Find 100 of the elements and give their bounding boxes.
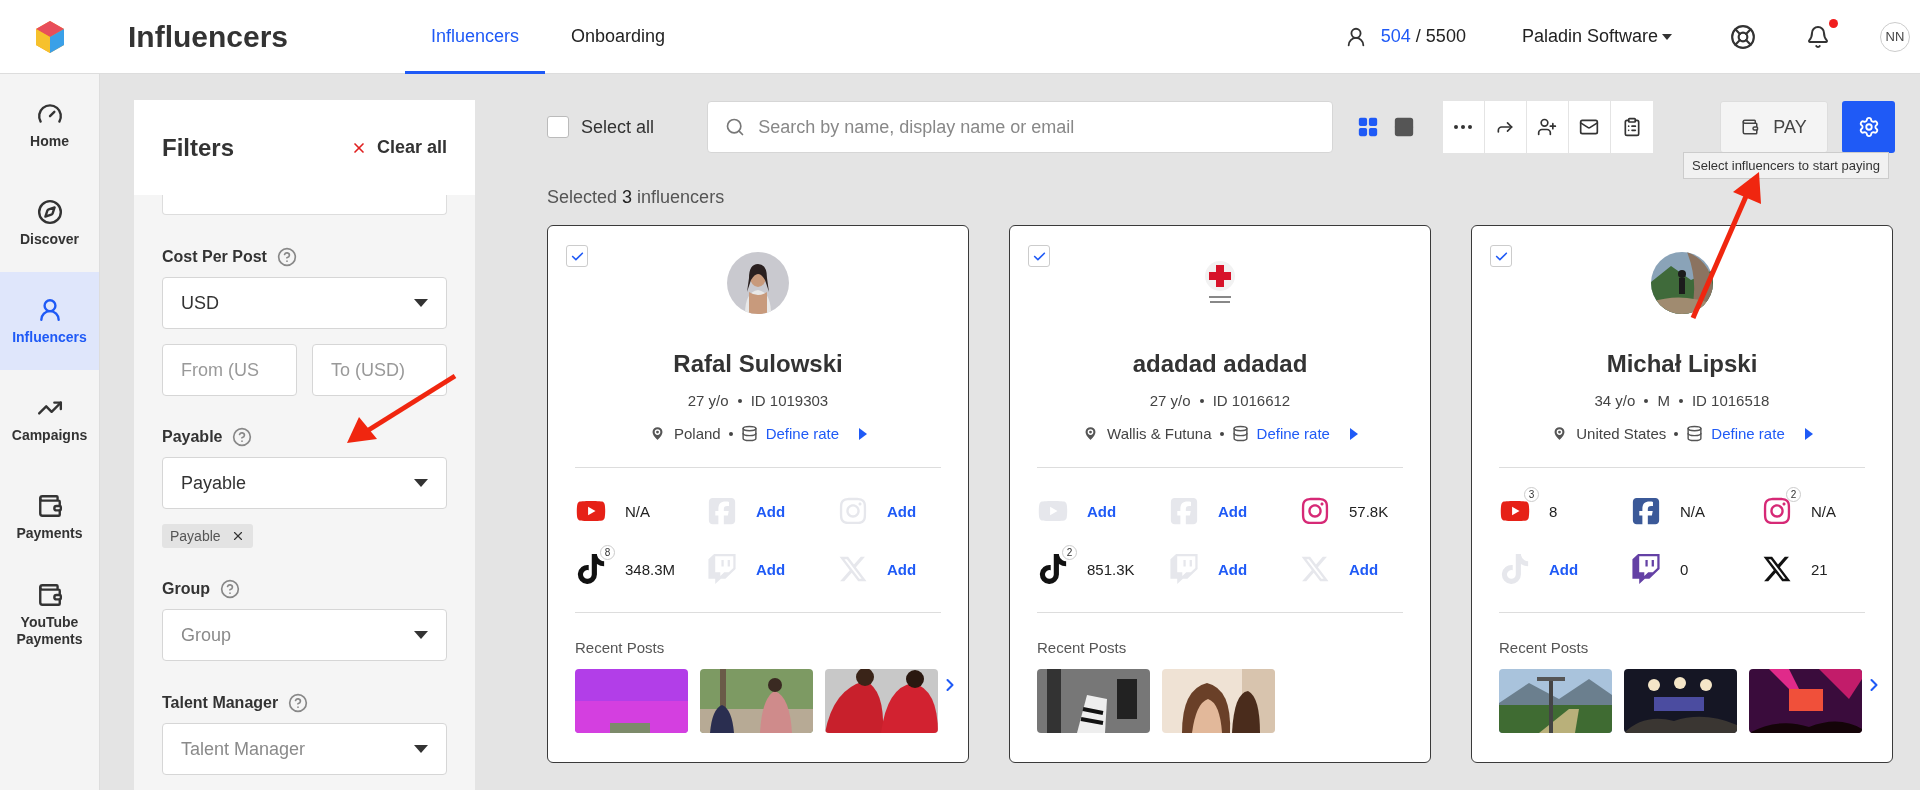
nav-item[interactable]: Home bbox=[0, 76, 99, 174]
check-icon bbox=[1494, 249, 1508, 263]
add-link[interactable]: Add bbox=[1549, 560, 1579, 578]
add-link[interactable]: Add bbox=[756, 502, 786, 520]
logo-icon[interactable] bbox=[35, 20, 65, 53]
add-link[interactable]: Add bbox=[1218, 502, 1248, 520]
influencer-name: Michał Lipski bbox=[1606, 350, 1758, 378]
compass-icon bbox=[36, 198, 63, 225]
define-rate-link[interactable]: Define rate bbox=[1711, 425, 1785, 442]
tab[interactable]: Onboarding bbox=[545, 0, 692, 74]
follower-count: 851.3K bbox=[1087, 560, 1135, 578]
grid-view-button[interactable] bbox=[1356, 116, 1379, 138]
settings-icon bbox=[1857, 116, 1880, 138]
add-user-icon bbox=[1537, 117, 1558, 137]
location-text: Wallis & Futuna bbox=[1107, 425, 1212, 442]
profile-detail: 27 y/o bbox=[1149, 392, 1191, 409]
count-badge: 2 bbox=[1786, 487, 1801, 502]
add-link[interactable]: Add bbox=[1349, 560, 1379, 578]
dot-separator bbox=[1644, 398, 1649, 403]
dropdown[interactable]: Talent Manager bbox=[162, 723, 447, 775]
input-field[interactable]: To (USD) bbox=[312, 344, 447, 396]
select-all-checkbox[interactable]: Select all bbox=[547, 116, 708, 138]
influencer-name: adadad adadad bbox=[1132, 350, 1308, 378]
field-label: Cost Per Post bbox=[162, 248, 267, 266]
add-link[interactable]: Add bbox=[887, 560, 917, 578]
dropdown[interactable]: Group bbox=[162, 609, 447, 661]
dot-separator bbox=[1219, 431, 1224, 436]
help-icon[interactable] bbox=[220, 579, 240, 599]
dot-separator bbox=[1674, 431, 1679, 436]
section-title: Recent Posts bbox=[1037, 639, 1127, 656]
search-field[interactable]: Search by name, display name or email bbox=[707, 101, 1333, 153]
follower-count: N/A bbox=[1680, 502, 1705, 520]
wallet-icon bbox=[1741, 118, 1760, 136]
card-checkbox[interactable] bbox=[566, 245, 588, 267]
help-icon[interactable] bbox=[276, 247, 297, 267]
help-icon[interactable] bbox=[288, 693, 309, 713]
caret-icon bbox=[414, 631, 428, 639]
panel-title: Filters bbox=[162, 133, 235, 162]
location-text: Poland bbox=[673, 425, 721, 442]
tab[interactable]: Influencers bbox=[405, 0, 546, 74]
help-icon[interactable] bbox=[232, 427, 253, 447]
follower-count: 21 bbox=[1811, 560, 1828, 578]
tooltip: Select influencers to start paying bbox=[1683, 152, 1889, 179]
check-icon bbox=[1032, 249, 1046, 263]
page-title: Influencers bbox=[127, 19, 290, 54]
play-icon[interactable] bbox=[859, 427, 868, 440]
add-link[interactable]: Add bbox=[756, 560, 786, 578]
profile-detail: M bbox=[1657, 392, 1670, 409]
define-rate-link[interactable]: Define rate bbox=[765, 425, 840, 442]
field-label: Group bbox=[162, 580, 210, 598]
follower-count: N/A bbox=[1811, 502, 1836, 520]
count-badge: 2 bbox=[1062, 545, 1077, 560]
wallet-icon bbox=[36, 492, 63, 519]
search-icon bbox=[725, 117, 746, 137]
more-icon bbox=[1454, 125, 1473, 129]
quota-counter: 504 / 5500 bbox=[1380, 26, 1466, 47]
nav-item[interactable]: Influencers bbox=[0, 272, 99, 370]
card-checkbox[interactable] bbox=[1028, 245, 1050, 267]
add-link[interactable]: Add bbox=[887, 502, 917, 520]
influencer-name: Rafal Sulowski bbox=[673, 350, 843, 378]
input-field[interactable] bbox=[162, 195, 447, 215]
nav-item[interactable]: Discover bbox=[0, 174, 99, 272]
selection-summary: Selected 3 influencers bbox=[547, 187, 726, 208]
wallet-icon bbox=[36, 582, 63, 609]
follower-count: 57.8K bbox=[1349, 502, 1389, 520]
company-dropdown[interactable]: Paladin Software bbox=[1521, 26, 1672, 47]
dot-separator bbox=[1678, 398, 1683, 403]
add-link[interactable]: Add bbox=[1087, 502, 1117, 520]
follower-count: 8 bbox=[1549, 502, 1558, 520]
caret-icon bbox=[414, 745, 428, 753]
nav-item[interactable]: YouTube Payments bbox=[0, 566, 99, 664]
profile-detail: 27 y/o bbox=[687, 392, 729, 409]
follower-count: 0 bbox=[1680, 560, 1689, 578]
add-link[interactable]: Add bbox=[1218, 560, 1248, 578]
settings-button[interactable] bbox=[1842, 101, 1895, 153]
nav-item[interactable]: Campaigns bbox=[0, 370, 99, 468]
play-icon[interactable] bbox=[1349, 427, 1358, 440]
pay-button[interactable]: PAY bbox=[1719, 101, 1829, 153]
follower-count: 348.3M bbox=[625, 560, 676, 578]
section-title: Recent Posts bbox=[1499, 639, 1589, 656]
define-rate-link[interactable]: Define rate bbox=[1256, 425, 1330, 442]
lifebuoy-icon[interactable] bbox=[1730, 23, 1756, 50]
input-field[interactable]: From (US bbox=[162, 344, 297, 396]
dropdown[interactable]: USD bbox=[162, 277, 447, 329]
clear-all-button[interactable]: Clear all bbox=[350, 137, 447, 158]
dot-separator bbox=[1199, 398, 1204, 403]
profile-detail: ID 1019303 bbox=[750, 392, 829, 409]
nav-item[interactable]: Payments bbox=[0, 468, 99, 566]
play-icon[interactable] bbox=[1804, 427, 1813, 440]
dropdown[interactable]: Payable bbox=[162, 457, 447, 509]
dot-separator bbox=[728, 431, 733, 436]
bell-icon[interactable] bbox=[1806, 24, 1830, 49]
mail-icon bbox=[1579, 117, 1600, 137]
chip-label: Payable bbox=[170, 528, 221, 544]
card-checkbox[interactable] bbox=[1490, 245, 1512, 267]
check-icon bbox=[570, 249, 584, 263]
coins-icon bbox=[1231, 425, 1249, 442]
caret-icon bbox=[414, 299, 428, 307]
count-badge: 8 bbox=[600, 545, 615, 560]
profile-detail: ID 1016518 bbox=[1691, 392, 1770, 409]
